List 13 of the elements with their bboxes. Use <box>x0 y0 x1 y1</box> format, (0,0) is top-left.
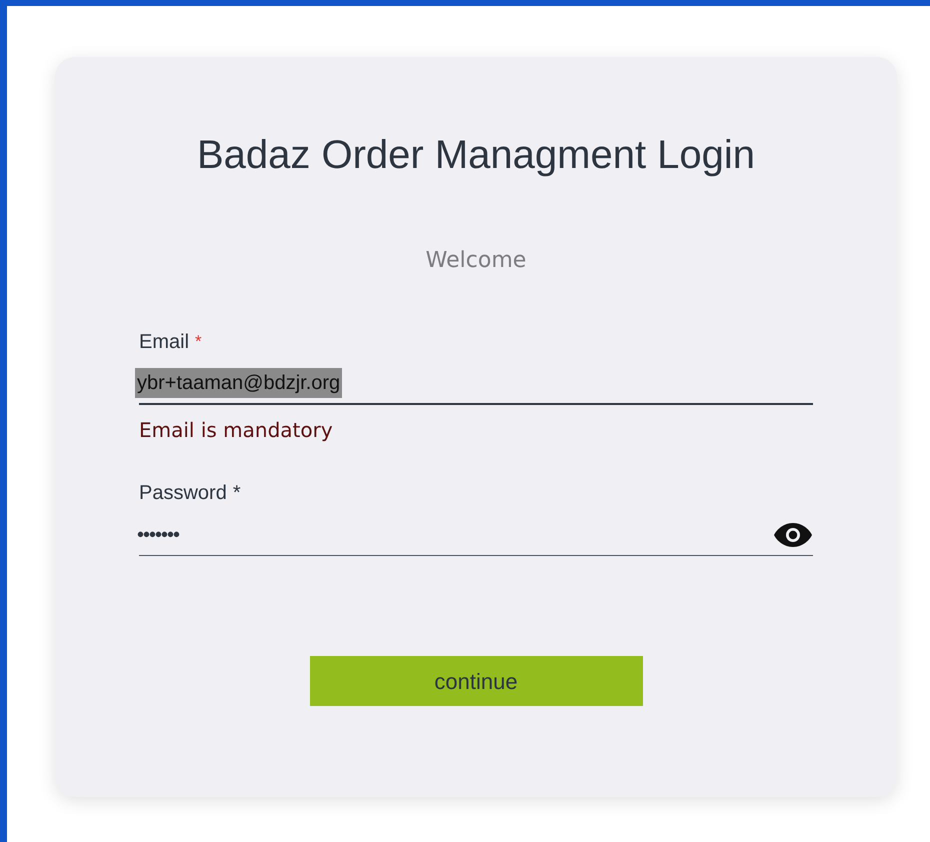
password-value: ••••••• <box>136 522 180 548</box>
login-title: Badaz Order Managment Login <box>196 132 756 179</box>
field-label: Password <box>139 481 227 506</box>
continue-button[interactable]: continue <box>310 656 642 706</box>
field-label: Email <box>139 330 190 355</box>
email-field[interactable]: ybr+taaman@bdzjr.org <box>139 363 813 405</box>
error-message: Email is mandatory <box>139 417 334 443</box>
required-mark: * <box>195 331 202 353</box>
email-value: ybr+taaman@bdzjr.org <box>135 368 342 398</box>
required-mark: * <box>232 481 241 506</box>
show-password-icon[interactable] <box>773 522 813 548</box>
password-field[interactable]: ••••••• <box>139 514 813 556</box>
welcome-text: Welcome <box>426 247 526 275</box>
